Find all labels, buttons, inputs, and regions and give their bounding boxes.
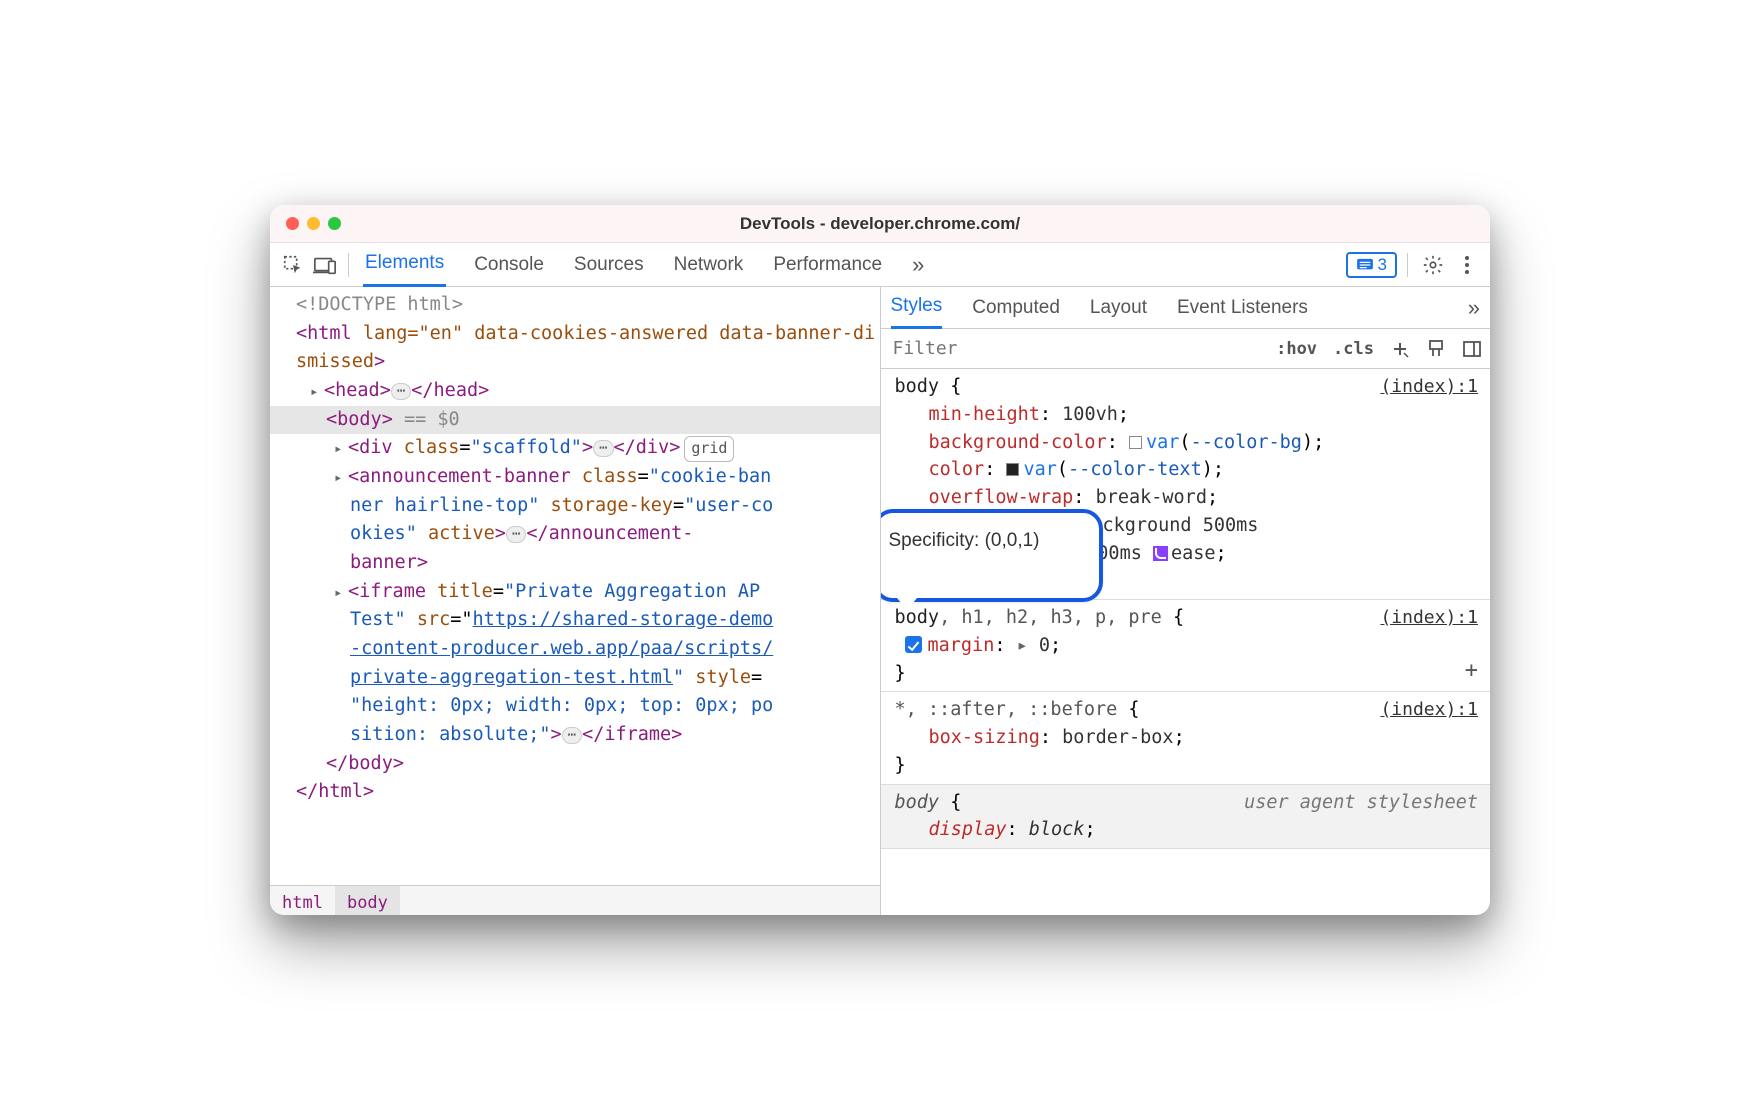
toolbar-right: 3 xyxy=(1346,250,1482,280)
tab-elements[interactable]: Elements xyxy=(363,243,446,287)
rule-source-link[interactable]: (index):1 xyxy=(1380,696,1478,723)
styles-subtabs: Styles Computed Layout Event Listeners » xyxy=(881,287,1491,329)
elements-panel: <!DOCTYPE html> <html lang="en" data-coo… xyxy=(270,287,881,915)
dom-iframe[interactable]: <iframe title="Private Aggregation AP xyxy=(270,578,880,607)
subtab-styles[interactable]: Styles xyxy=(891,287,943,329)
dom-line[interactable]: ner hairline-top" storage-key="user-co xyxy=(270,492,880,521)
devtools-window: DevTools - developer.chrome.com/ Element… xyxy=(270,205,1490,915)
settings-gear-icon[interactable] xyxy=(1418,250,1448,280)
styles-filterbar: :hov .cls xyxy=(881,329,1491,369)
rule-selector[interactable]: body xyxy=(895,376,940,397)
dom-html-open[interactable]: <html lang="en" data-cookies-answered da… xyxy=(270,320,880,377)
dom-line[interactable]: private-aggregation-test.html" style= xyxy=(270,664,880,693)
panel-tabs: Elements Console Sources Network Perform… xyxy=(363,243,926,287)
iframe-src-url: https://shared-storage-demo xyxy=(473,609,774,630)
tab-sources[interactable]: Sources xyxy=(572,243,646,287)
easing-swatch-icon[interactable] xyxy=(1153,546,1168,561)
property-enabled-checkbox[interactable] xyxy=(905,636,922,653)
tabs-overflow[interactable]: » xyxy=(910,243,926,287)
subtab-layout[interactable]: Layout xyxy=(1090,287,1147,329)
styles-filter-input[interactable] xyxy=(881,338,1269,359)
dom-html-close[interactable]: </html> xyxy=(270,778,880,807)
specificity-tooltip: Specificity: (0,0,1) xyxy=(881,509,1103,602)
css-rule-user-agent[interactable]: user agent stylesheet body { display: bl… xyxy=(881,785,1491,850)
window-titlebar: DevTools - developer.chrome.com/ xyxy=(270,205,1490,243)
cls-toggle[interactable]: .cls xyxy=(1325,330,1382,368)
device-toolbar-icon[interactable] xyxy=(310,250,340,280)
maximize-window-button[interactable] xyxy=(328,217,341,230)
dom-head[interactable]: <head>⋯</head> xyxy=(270,377,880,406)
dom-line[interactable]: "height: 0px; width: 0px; top: 0px; po xyxy=(270,692,880,721)
rule-source-link[interactable]: (index):1 xyxy=(1380,604,1478,631)
toolbar-separator xyxy=(348,253,349,277)
dom-line[interactable]: Test" src="https://shared-storage-demo xyxy=(270,606,880,635)
tab-performance[interactable]: Performance xyxy=(771,243,884,287)
dom-body-close[interactable]: </body> xyxy=(270,750,880,779)
subtabs-overflow[interactable]: » xyxy=(1468,287,1480,329)
dom-body-selected[interactable]: <body> == $0 xyxy=(270,406,880,435)
rule-source-link[interactable]: (index):1 xyxy=(1380,373,1478,400)
rule-selector[interactable]: body xyxy=(895,607,940,628)
dom-breadcrumb: html body xyxy=(270,885,880,915)
traffic-lights xyxy=(286,217,341,230)
toolbar-separator xyxy=(1407,253,1408,277)
dom-announcement-banner[interactable]: <announcement-banner class="cookie-ban xyxy=(270,463,880,492)
message-count-value: 3 xyxy=(1378,255,1387,275)
toggle-sidebar-icon[interactable] xyxy=(1454,330,1490,368)
rule-selector[interactable]: *, ::after, ::before xyxy=(895,699,1118,720)
toggle-classes-icon[interactable] xyxy=(1418,330,1454,368)
dom-line[interactable]: sition: absolute;">⋯</iframe> xyxy=(270,721,880,750)
main-toolbar: Elements Console Sources Network Perform… xyxy=(270,243,1490,287)
close-window-button[interactable] xyxy=(286,217,299,230)
dom-div-scaffold[interactable]: <div class="scaffold">⋯</div>grid xyxy=(270,434,880,463)
tab-console[interactable]: Console xyxy=(472,243,546,287)
subtab-event-listeners[interactable]: Event Listeners xyxy=(1177,287,1308,329)
rule-source-ua: user agent stylesheet xyxy=(1244,789,1478,817)
add-property-icon[interactable]: + xyxy=(1465,654,1478,687)
specificity-text: Specificity: (0,0,1) xyxy=(889,530,1040,551)
styles-panel: Styles Computed Layout Event Listeners »… xyxy=(881,287,1491,915)
dom-doctype[interactable]: <!DOCTYPE html> xyxy=(270,291,880,320)
new-style-rule-icon[interactable] xyxy=(1382,330,1418,368)
rule-selector: body xyxy=(895,792,940,813)
subtab-computed[interactable]: Computed xyxy=(972,287,1060,329)
dom-line[interactable]: banner> xyxy=(270,549,880,578)
styles-rules: (index):1 body { min-height: 100vh; back… xyxy=(881,369,1491,915)
kebab-menu-icon[interactable] xyxy=(1452,250,1482,280)
grid-badge[interactable]: grid xyxy=(684,436,734,461)
minimize-window-button[interactable] xyxy=(307,217,320,230)
dom-tree[interactable]: <!DOCTYPE html> <html lang="en" data-coo… xyxy=(270,287,880,885)
hov-toggle[interactable]: :hov xyxy=(1268,330,1325,368)
panels-container: <!DOCTYPE html> <html lang="en" data-coo… xyxy=(270,287,1490,915)
css-rule-universal[interactable]: (index):1 *, ::after, ::before { box-siz… xyxy=(881,692,1491,784)
console-message-count[interactable]: 3 xyxy=(1346,252,1397,278)
dom-line[interactable]: -content-producer.web.app/paa/scripts/ xyxy=(270,635,880,664)
tab-network[interactable]: Network xyxy=(672,243,746,287)
crumb-html[interactable]: html xyxy=(270,886,335,915)
inspect-element-icon[interactable] xyxy=(278,250,308,280)
window-title: DevTools - developer.chrome.com/ xyxy=(270,214,1490,234)
dom-line[interactable]: okies" active>⋯</announcement- xyxy=(270,520,880,549)
css-rule-body-group[interactable]: (index):1 body, h1, h2, h3, p, pre { mar… xyxy=(881,600,1491,692)
crumb-body[interactable]: body xyxy=(335,886,400,915)
